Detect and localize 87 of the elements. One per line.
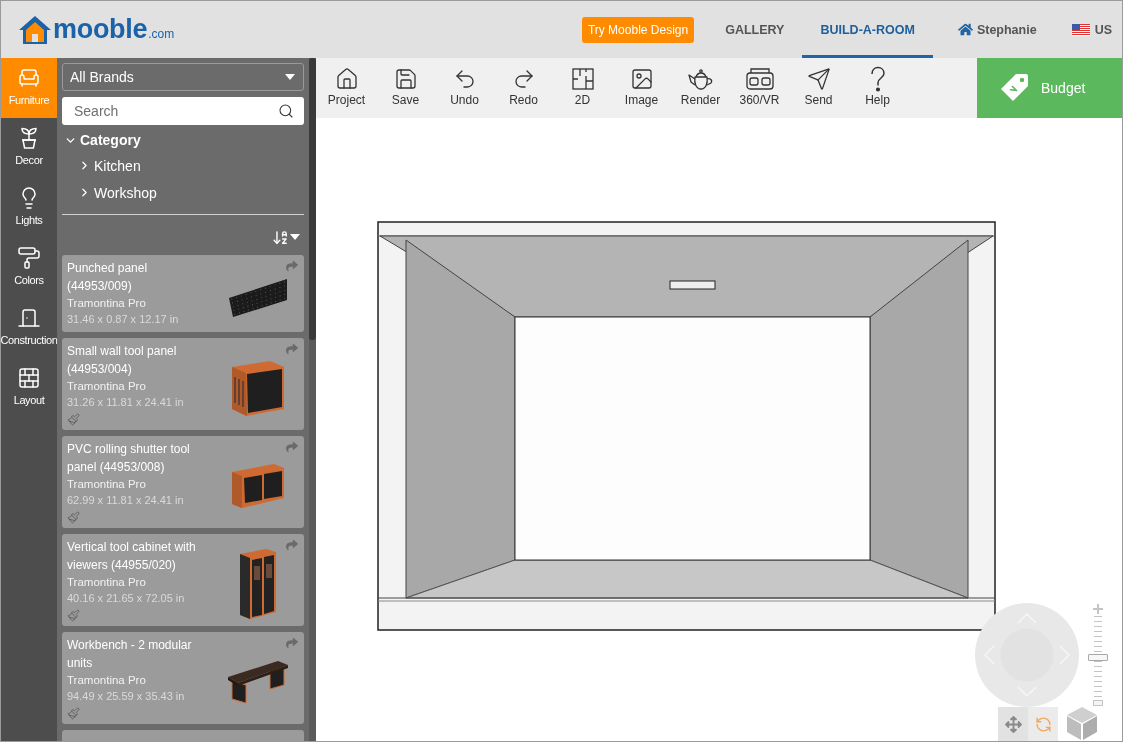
workbench-drawing [226,659,290,705]
share-icon[interactable] [286,260,298,272]
pan-button[interactable] [998,707,1028,741]
house-logo-icon [18,14,52,45]
armchair-icon [17,66,41,90]
rotate-icon [1034,715,1052,733]
user-menu[interactable]: Stephanie [957,1,1037,58]
tall-cabinet-drawing [238,548,278,620]
home-icon [957,22,973,37]
share-icon[interactable] [286,539,298,551]
tool-button[interactable]: Redo [494,58,553,118]
tree-label: Category [80,132,141,148]
scrollbar-thumb[interactable] [309,58,316,340]
brand-select[interactable]: All Brands [62,63,304,91]
product-brand: Tramontina Pro [67,575,147,590]
paintbrush-icon[interactable] [67,707,80,720]
save-icon [393,67,418,91]
tool-button[interactable]: Render [671,58,730,118]
paintbrush-icon[interactable] [67,413,80,426]
product-dimensions: 62.99 x 11.81 x 24.41 in [67,493,185,508]
paintbrush-icon[interactable] [67,609,80,622]
product-name: Punched panel (44953/009) [67,260,149,295]
tree-item[interactable]: Kitchen [62,152,304,179]
product-dimensions: 31.26 x 11.81 x 24.41 in [67,395,185,410]
share-icon[interactable] [286,343,298,355]
category-tab[interactable]: Lights [1,178,57,238]
tool-button[interactable]: Undo [435,58,494,118]
zoom-slider-thumb[interactable] [1088,653,1108,661]
zoom-in-icon[interactable] [1093,604,1103,614]
door-icon [17,306,41,330]
pegboard-drawing [228,277,288,318]
image-icon [629,67,654,91]
caret-icon [290,234,300,240]
move-icon [1004,715,1022,733]
zoom-out-icon[interactable] [1093,700,1103,706]
logo[interactable]: mooble.com [18,1,175,58]
product-brand: Tramontina Pro [67,296,147,311]
paint-roller-icon [17,246,41,270]
caret-icon [285,74,295,80]
product-brand: Tramontina Pro [67,379,147,394]
tool-button[interactable]: Image [612,58,671,118]
tool-button[interactable]: Send [789,58,848,118]
tree-label: Workshop [94,184,157,201]
category-tab[interactable]: Construction [1,298,57,358]
vr-headset-icon [745,68,774,90]
paintbrush-icon[interactable] [67,511,80,524]
search-field[interactable]: Search [62,97,304,125]
house-icon [334,67,359,91]
category-tab[interactable]: Decor [1,118,57,178]
product-dimensions: 31.46 x 0.87 x 12.17 in [67,312,180,327]
wall-cabinet-drawing [230,359,286,417]
tool-button[interactable]: Project [317,58,376,118]
sort-icon [272,228,289,246]
category-tab[interactable]: Colors [1,238,57,298]
product-name: Small wall tool panel (44953/004) [67,343,178,378]
wide-cabinet-drawing [230,462,286,510]
tool-button[interactable]: Help [848,58,907,118]
share-icon[interactable] [286,637,298,649]
tree-label: Kitchen [94,157,141,174]
search-input[interactable]: Search [74,101,272,121]
product-name: Workbench - 2 modular units [67,637,193,672]
flag-icon [1071,23,1090,36]
tree-item[interactable]: Workshop [62,179,304,206]
brick-wall-icon [17,366,41,390]
product-dimensions: 94.49 x 25.59 x 35.43 in [67,689,186,704]
teapot-icon [686,68,715,90]
product-brand: Tramontina Pro [67,673,147,688]
tool-button[interactable]: 2D [553,58,612,118]
tool-button[interactable]: 360/VR [730,58,789,118]
share-icon[interactable] [286,441,298,453]
product-name: PVC rolling shutter tool panel (44953/008) [67,441,191,476]
cube-icon[interactable] [1066,706,1098,741]
floor-plan-icon [571,68,594,90]
send-icon [806,67,831,91]
category-tab[interactable]: Layout [1,358,57,418]
product-dimensions: 40.16 x 21.65 x 72.05 in [67,591,186,606]
help-icon [869,66,886,92]
tool-button[interactable]: Save [376,58,435,118]
tag-icon [999,73,1029,103]
product-brand: Tramontina Pro [67,477,147,492]
rotate-button[interactable] [1028,707,1058,741]
locale-button[interactable]: US [1071,1,1112,58]
product-card[interactable] [62,730,304,741]
product-name: Vertical tool cabinet with viewers (44955/020) [67,539,197,574]
search-icon[interactable] [278,103,294,119]
nav-tab[interactable]: GALLERY [707,1,803,58]
tree-item[interactable]: Category [62,128,304,152]
